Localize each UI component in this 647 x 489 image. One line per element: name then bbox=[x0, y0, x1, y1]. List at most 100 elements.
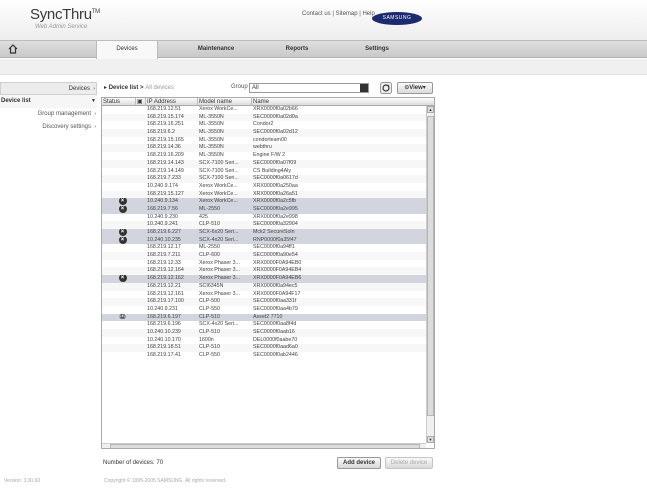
name-cell: SEC0000f0a94ff1 bbox=[253, 244, 295, 251]
tab-maintenance[interactable]: Maintenance bbox=[186, 41, 246, 59]
model-cell: Xerox Phaser 3... bbox=[199, 267, 240, 274]
model-cell: ML-2550 bbox=[199, 244, 220, 251]
delete-device-button[interactable]: Delete device bbox=[385, 457, 433, 469]
table-row[interactable]: 10.240.9.174 Xerox WorkCe... XRX0000f0a250… bbox=[102, 183, 426, 191]
name-cell: SEC0000f0a90e54 bbox=[253, 252, 298, 259]
breadcrumb-device-list[interactable]: Device list bbox=[109, 85, 139, 91]
table-row[interactable]: 10.240.9.230 425 XRX0000f0a2e998 bbox=[102, 214, 426, 222]
table-row[interactable]: 10.240.9.241 CLP-510 SEC0000f0a32904 bbox=[102, 221, 426, 229]
name-cell: XRX0000F0A94EB6 bbox=[253, 275, 302, 282]
sidebar-item-group-management[interactable]: Group management › bbox=[0, 108, 97, 121]
horizontal-scrollbar[interactable] bbox=[102, 443, 426, 448]
ip-cell: 168.219.6.196 bbox=[147, 321, 181, 328]
table-row[interactable]: 168.219.12.17 ML-2550 SEC0000f0a94ff1 bbox=[102, 244, 426, 252]
table-row[interactable]: × 168.219.12.162 Xerox Phaser 3... XRX0000F… bbox=[102, 275, 426, 283]
ip-cell: 168.219.12.21 bbox=[147, 282, 181, 289]
table-row[interactable]: 168.219.16.209 ML-3550N Engine F/W 2 bbox=[102, 152, 426, 160]
device-table: Status ▣ IP Address Model name Name 168.… bbox=[101, 97, 435, 449]
table-row[interactable]: × 10.240.9.134 Xerox WorkCe... XRX0000f0a2c… bbox=[102, 198, 426, 206]
status-cell bbox=[102, 160, 142, 168]
tab-devices[interactable]: Devices bbox=[96, 41, 158, 59]
view-button[interactable]: ⊙View▾ bbox=[397, 82, 433, 94]
error-status-icon: × bbox=[118, 236, 127, 244]
copyright-text: Copyright © 1995-2005 SAMSUNG. All right… bbox=[104, 478, 227, 484]
name-cell: XRX0000f0a94ec5 bbox=[253, 282, 298, 289]
table-row[interactable]: 168.219.14.36 ML-3550N webthru bbox=[102, 144, 426, 153]
model-cell: 1600n bbox=[199, 336, 214, 343]
sidebar-item-devices[interactable]: Devices › bbox=[0, 82, 97, 95]
ip-cell: 10.240.10.239 bbox=[147, 328, 181, 335]
model-cell: ML-3550N bbox=[199, 152, 224, 159]
add-device-button[interactable]: Add device bbox=[337, 457, 381, 469]
table-row[interactable]: 168.219.17.100 CLP-500 SEC0000f0aa331f bbox=[102, 298, 426, 306]
column-header-ip[interactable]: IP Address bbox=[146, 98, 198, 106]
logo-subtitle: Web Admin Service bbox=[35, 24, 88, 30]
table-row[interactable]: × 168.219.7.56 ML-2550 SEC0000f0a2e995 bbox=[102, 205, 426, 214]
table-row[interactable]: 168.219.16.251 ML-3550N Condor2 bbox=[102, 121, 426, 129]
ip-cell: 10.240.9.231 bbox=[147, 305, 178, 312]
column-header-status[interactable]: Status bbox=[102, 98, 136, 106]
column-header-name[interactable]: Name bbox=[252, 98, 426, 106]
name-cell: XRX0000F0A94EB0 bbox=[253, 259, 302, 266]
ip-cell: 168.219.14.149 bbox=[147, 167, 184, 174]
table-row[interactable]: 168.219.6.2 ML-3550N SEC0000f0a02d12 bbox=[102, 129, 426, 137]
table-row[interactable]: 10.240.9.231 CLP-550 SEC0000f0aa4b79 bbox=[102, 306, 426, 314]
select-all-checkbox[interactable]: ▣ bbox=[136, 98, 146, 106]
table-row[interactable]: 168.219.7.233 SCX-7100 Seri... SEC0000f0a0… bbox=[102, 175, 426, 183]
table-row[interactable]: × 168.219.6.227 SCX-6x20 Seri... Mck2 Secur… bbox=[102, 229, 426, 237]
ip-cell: 168.219.12.164 bbox=[147, 267, 184, 274]
table-row[interactable]: 168.219.14.143 SCX-7100 Seri... SEC0000f0a… bbox=[102, 159, 426, 168]
table-header: Status ▣ IP Address Model name Name bbox=[102, 98, 434, 106]
table-row[interactable]: 10.240.10.170 1600n DEL0000f0aabe70 bbox=[102, 337, 426, 345]
table-row[interactable]: 168.219.12.33 Xerox Phaser 3... XRX0000F0A… bbox=[102, 260, 426, 268]
scroll-up-icon[interactable]: ▲ bbox=[427, 106, 434, 113]
ip-cell: 168.219.12.162 bbox=[147, 275, 184, 282]
column-header-model[interactable]: Model name bbox=[198, 98, 252, 106]
table-row[interactable]: 168.219.12.21 SCI6345N XRX0000f0a94ec5 bbox=[102, 282, 426, 291]
name-cell: XRX0000f0a26a51 bbox=[253, 190, 298, 197]
home-icon[interactable] bbox=[8, 44, 18, 54]
name-cell: RNP0000f0a35f47 bbox=[253, 236, 297, 243]
table-row[interactable]: 168.219.6.196 SCX-4x20 Seri... SEC0000f0aa… bbox=[102, 321, 426, 329]
model-cell: CLP-550 bbox=[199, 305, 220, 312]
samsung-logo: SAMSUNG bbox=[372, 12, 422, 25]
error-status-icon: × bbox=[118, 275, 127, 283]
status-cell bbox=[102, 244, 142, 252]
name-cell: Condor2 bbox=[253, 121, 274, 128]
vertical-scrollbar[interactable]: ▲ ▼ bbox=[426, 106, 434, 443]
status-cell bbox=[102, 221, 142, 229]
sidebar-item-device-list[interactable]: Device list ▼ bbox=[0, 95, 97, 108]
table-row[interactable]: ⎙ 168.219.6.197 CLP-510 Asset2 7710 bbox=[102, 313, 426, 322]
table-row[interactable]: × 10.240.10.235 SCX-4x20 Seri... RNP0000f0a… bbox=[102, 236, 426, 245]
top-links[interactable]: Contact us | Sitemap | Help bbox=[302, 11, 375, 17]
table-row[interactable]: 168.219.12.161 Xerox Phaser 3... XRX0000F0… bbox=[102, 291, 426, 299]
status-cell bbox=[102, 344, 142, 352]
sidebar-item-discovery-settings[interactable]: Discovery settings › bbox=[0, 121, 97, 134]
name-cell: XRX0000f0a2e998 bbox=[253, 213, 298, 220]
table-row[interactable]: 168.219.17.41 CLP-550 SEC0000f0ab2446 bbox=[102, 352, 426, 360]
tab-settings[interactable]: Settings bbox=[352, 41, 402, 59]
table-row[interactable]: 168.219.15.127 Xerox WorkCe... XRX0000f0a2… bbox=[102, 190, 426, 199]
table-row[interactable]: 168.219.7.211 CLP-600 SEC0000f0a90e54 bbox=[102, 252, 426, 260]
model-cell: ML-3550N bbox=[199, 136, 224, 143]
name-cell: SEC0000f0aa4b79 bbox=[253, 305, 298, 312]
name-cell: SEC0000f0aa8f4d bbox=[253, 321, 297, 328]
table-row[interactable]: 168.219.15.165 ML-3550N condorteam00 bbox=[102, 137, 426, 145]
status-cell bbox=[102, 337, 142, 345]
table-row[interactable]: 168.219.12.51 Xerox WorkCe... XRX0000f0a02… bbox=[102, 106, 426, 114]
tab-reports[interactable]: Reports bbox=[272, 41, 322, 59]
model-cell: 425 bbox=[199, 213, 208, 220]
table-row[interactable]: 168.219.14.149 SCX-7100 Seri... CS Buildin… bbox=[102, 168, 426, 176]
scroll-thumb[interactable] bbox=[427, 116, 434, 416]
table-row[interactable]: 10.240.10.239 CLP-510 SEC0000f0aab16 bbox=[102, 328, 426, 337]
table-row[interactable]: 168.219.15.174 ML-3550N SEC0000f0a02d0a bbox=[102, 113, 426, 122]
table-row[interactable]: 168.219.12.164 Xerox Phaser 3... XRX0000F0… bbox=[102, 267, 426, 276]
refresh-icon[interactable] bbox=[380, 82, 392, 94]
scroll-down-icon[interactable]: ▼ bbox=[427, 436, 434, 443]
table-row[interactable]: 168.219.18.51 CLP-510 SEC0000f0aad6a0 bbox=[102, 344, 426, 352]
name-cell: XRX0000F0A94EB4 bbox=[253, 267, 302, 274]
ip-cell: 10.240.10.235 bbox=[147, 236, 181, 243]
group-select[interactable]: All bbox=[249, 83, 369, 93]
horizontal-scroll-thumb[interactable] bbox=[110, 444, 420, 448]
dropdown-button-icon[interactable] bbox=[360, 84, 368, 92]
